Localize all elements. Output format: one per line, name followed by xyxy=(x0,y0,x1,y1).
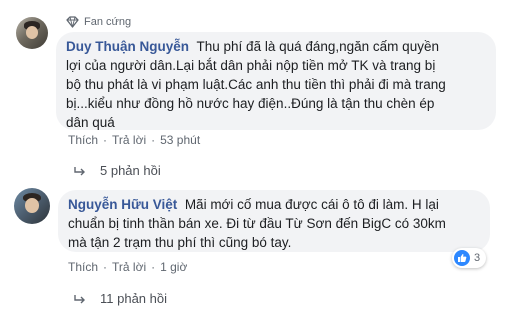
view-replies-link[interactable]: 5 phản hồi xyxy=(74,163,161,178)
timestamp[interactable]: 53 phút xyxy=(160,133,200,147)
fan-badge: Fan cứng xyxy=(66,16,131,28)
comment-line: lợi của người dân.Lại bắt dân phải nộp t… xyxy=(66,58,436,73)
fan-badge-label: Fan cứng xyxy=(84,16,132,28)
reply-arrow-icon xyxy=(74,166,85,175)
diamond-icon xyxy=(66,16,79,28)
comment-line: chuẩn bị tinh thần bán xe. Đi từ đầu Từ … xyxy=(68,216,446,231)
reply-link[interactable]: Trả lời xyxy=(112,260,146,274)
comment-author[interactable]: Duy Thuận Nguyễn xyxy=(66,39,189,54)
reply-link[interactable]: Trả lời xyxy=(112,133,146,147)
comment-line: Thu phí đã là quá đáng,ngăn cấm quyền xyxy=(196,39,439,54)
avatar-face xyxy=(25,25,39,40)
comment-line: bộ thu phát là vi phạm luật.Các anh thu … xyxy=(66,77,446,92)
reaction-count-badge[interactable]: 3 xyxy=(452,248,487,268)
comment-actions: Thích · Trả lời · 53 phút xyxy=(68,133,200,147)
replies-count-label: 5 phản hồi xyxy=(100,163,161,178)
reply-arrow-icon xyxy=(74,294,85,303)
separator: · xyxy=(151,260,156,274)
separator: · xyxy=(151,133,156,147)
comment-line: Mãi mới cố mua được cái ô tô đi làm. H l… xyxy=(184,197,439,212)
comment-text: Nguyễn Hữu Việt Mãi mới cố mua được cái … xyxy=(68,195,490,252)
replies-count-label: 11 phản hồi xyxy=(100,291,167,306)
separator: · xyxy=(103,133,108,147)
timestamp[interactable]: 1 giờ xyxy=(160,260,187,274)
separator: · xyxy=(103,260,108,274)
comment-line: mà tận 2 trạm thu phí thì cũng bó tay. xyxy=(68,235,292,250)
avatar-duy-thuan-nguyen[interactable] xyxy=(16,17,48,49)
like-link[interactable]: Thích xyxy=(68,260,98,274)
like-link[interactable]: Thích xyxy=(68,133,98,147)
view-replies-link[interactable]: 11 phản hồi xyxy=(74,291,167,306)
comment-author[interactable]: Nguyễn Hữu Việt xyxy=(68,197,177,212)
like-icon xyxy=(454,250,470,266)
comment-actions: Thích · Trả lời · 1 giờ xyxy=(68,260,187,274)
avatar-nguyen-huu-viet[interactable] xyxy=(14,188,50,224)
avatar-face xyxy=(24,198,40,214)
reaction-count: 3 xyxy=(474,252,481,264)
comment-text: Duy Thuận Nguyễn Thu phí đã là quá đáng,… xyxy=(66,37,496,132)
comment-line: bị...kiểu như đồng hồ nước hay điện..Đún… xyxy=(66,96,435,111)
comment-line: dân quá xyxy=(66,115,115,130)
